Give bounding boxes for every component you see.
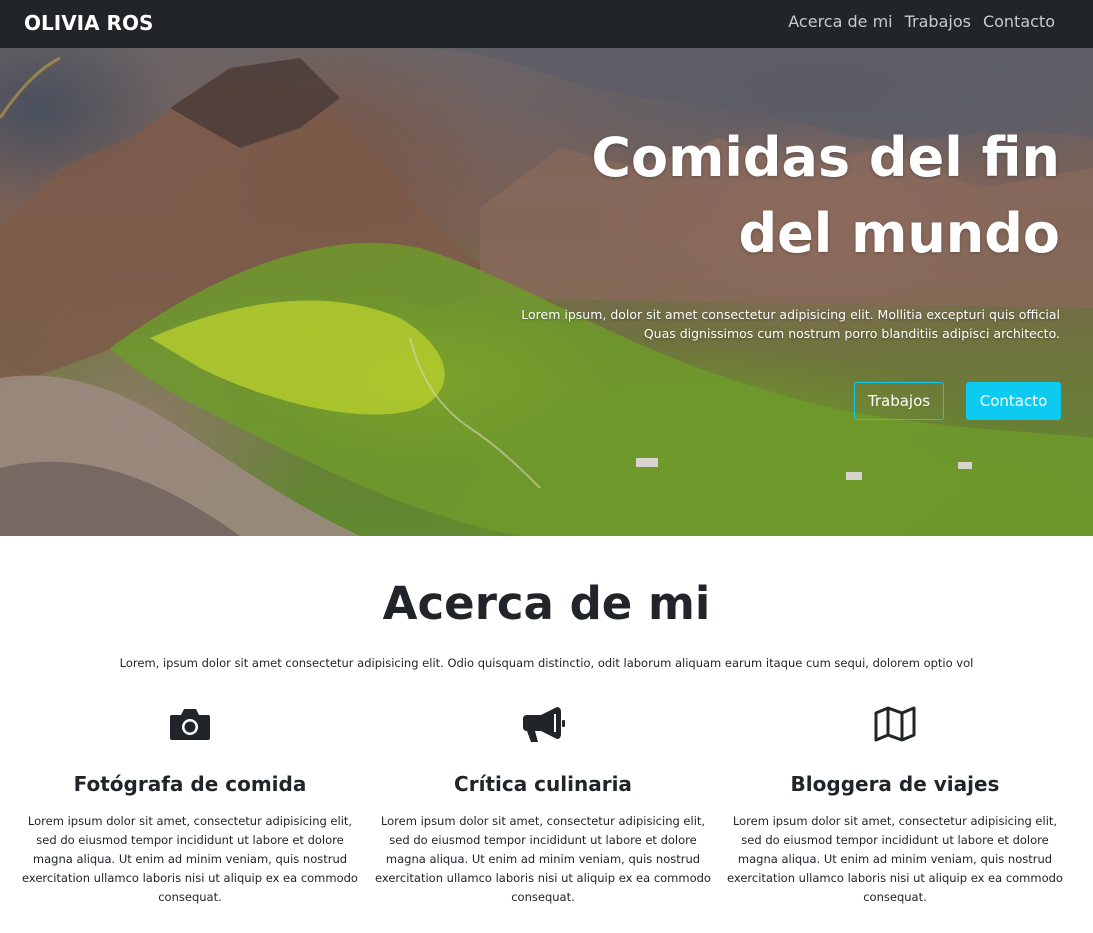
feature-title: Crítica culinaria — [454, 772, 632, 796]
hero-section: Comidas del fin del mundo Lorem ipsum, d… — [0, 48, 1093, 536]
hero-buttons: Trabajos Contacto — [854, 382, 1061, 420]
navbar: OLIVIA ROS Acerca de mi Trabajos Contact… — [0, 0, 1093, 48]
megaphone-icon — [523, 707, 565, 742]
hero-description: Lorem ipsum, dolor sit amet consectetur … — [521, 307, 1060, 341]
hero-title: Comidas del fin del mundo — [591, 126, 1060, 265]
feature-text: Lorem ipsum dolor sit amet, consectetur … — [727, 814, 1063, 904]
about-title: Acerca de mi — [382, 577, 711, 630]
feature-title: Bloggera de viajes — [790, 772, 1000, 796]
nav-link-acerca[interactable]: Acerca de mi — [788, 12, 892, 31]
feature-text: Lorem ipsum dolor sit amet, consectetur … — [22, 814, 358, 904]
contacto-button[interactable]: Contacto — [966, 382, 1061, 420]
feature-bloggera: Bloggera de viajes Lorem ipsum dolor sit… — [725, 704, 1065, 907]
feature-title: Fotógrafa de comida — [73, 772, 307, 796]
nav-links: Acerca de mi Trabajos Contacto — [788, 12, 1055, 31]
map-icon — [874, 706, 916, 742]
nav-link-contacto[interactable]: Contacto — [983, 12, 1055, 31]
nav-link-trabajos[interactable]: Trabajos — [905, 12, 971, 31]
feature-text: Lorem ipsum dolor sit amet, consectetur … — [375, 814, 711, 904]
feature-critica: Crítica culinaria Lorem ipsum dolor sit … — [373, 704, 713, 907]
trabajos-button[interactable]: Trabajos — [854, 382, 944, 420]
brand-logo[interactable]: OLIVIA ROS — [24, 11, 153, 35]
feature-fotografa: Fotógrafa de comida Lorem ipsum dolor si… — [20, 704, 360, 907]
camera-icon — [170, 709, 210, 740]
about-description: Lorem, ipsum dolor sit amet consectetur … — [119, 656, 974, 670]
